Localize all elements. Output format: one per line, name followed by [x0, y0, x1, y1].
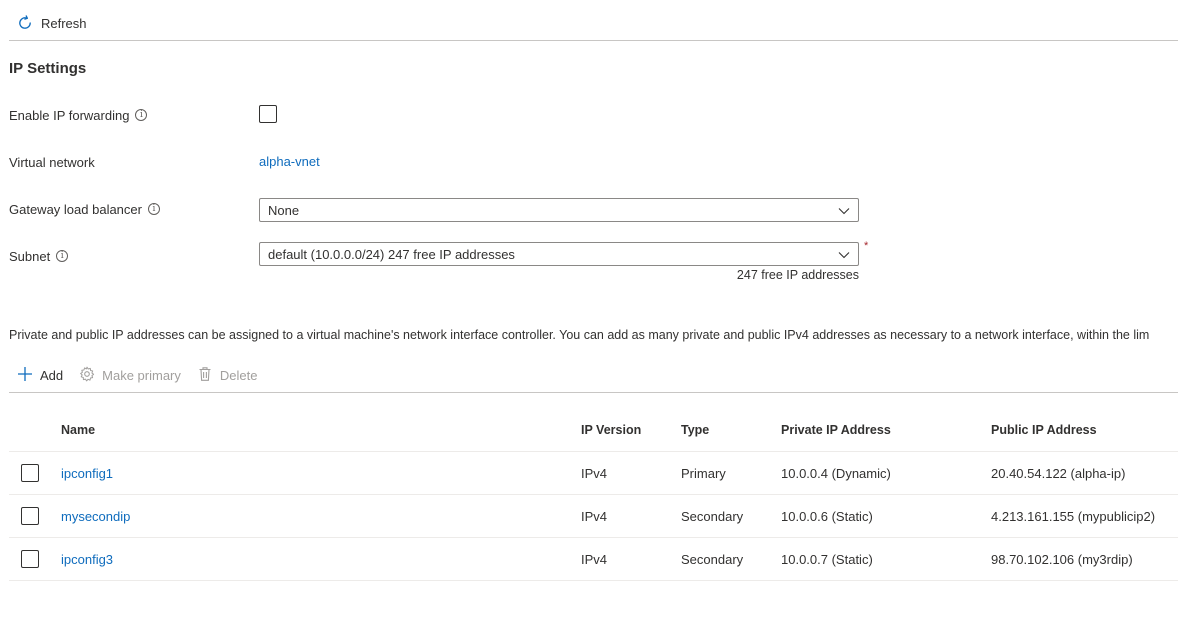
subnet-row: Subnet i: [9, 244, 69, 268]
toolbar-divider: [9, 40, 1178, 41]
gateway-lb-value: None: [268, 202, 300, 218]
ip-config-command-bar: Add Make primary Delete: [9, 363, 265, 387]
subnet-value: default (10.0.0.0/24) 247 free IP addres…: [268, 246, 515, 262]
row-private-ip: 10.0.0.6 (Static): [781, 508, 873, 524]
row-public-ip: 98.70.102.106 (my3rdip): [991, 551, 1133, 567]
table-row: ipconfig1 IPv4 Primary 10.0.0.4 (Dynamic…: [9, 452, 1178, 495]
make-primary-label: Make primary: [102, 367, 181, 383]
table-header: Name IP Version Type Private IP Address …: [9, 409, 1178, 452]
row-checkbox[interactable]: [21, 507, 39, 525]
column-header-public-ip[interactable]: Public IP Address: [991, 409, 1097, 451]
row-public-ip: 20.40.54.122 (alpha-ip): [991, 465, 1126, 481]
ip-config-table: Name IP Version Type Private IP Address …: [9, 409, 1178, 581]
row-ip-version: IPv4: [581, 551, 608, 567]
row-type: Secondary: [681, 551, 744, 567]
row-private-ip: 10.0.0.4 (Dynamic): [781, 465, 891, 481]
gateway-lb-label: Gateway load balancer: [9, 201, 142, 217]
chevron-down-icon: [838, 249, 850, 264]
refresh-button[interactable]: Refresh: [9, 15, 95, 31]
row-name-link[interactable]: ipconfig3: [61, 552, 113, 567]
gateway-lb-dropdown[interactable]: None: [259, 198, 859, 222]
row-ip-version: IPv4: [581, 465, 608, 481]
ip-forwarding-row: Enable IP forwarding i: [9, 103, 148, 127]
make-primary-button[interactable]: Make primary: [71, 366, 189, 385]
chevron-down-icon: [838, 205, 850, 220]
row-name-link[interactable]: mysecondip: [61, 509, 130, 524]
ip-forwarding-checkbox[interactable]: [259, 105, 277, 123]
trash-icon: [197, 366, 213, 385]
delete-label: Delete: [219, 367, 258, 383]
row-name-link[interactable]: ipconfig1: [61, 466, 113, 481]
gear-icon: [79, 366, 95, 385]
row-public-ip: 4.213.161.155 (mypublicip2): [991, 508, 1156, 524]
gateway-lb-row: Gateway load balancer i: [9, 197, 160, 221]
virtual-network-label: Virtual network: [9, 154, 95, 170]
table-row: mysecondip IPv4 Secondary 10.0.0.6 (Stat…: [9, 495, 1178, 538]
column-header-name[interactable]: Name: [61, 409, 95, 451]
add-label: Add: [40, 367, 64, 383]
required-indicator: *: [864, 240, 869, 252]
row-type: Primary: [681, 465, 726, 481]
info-icon[interactable]: i: [56, 250, 69, 262]
column-header-type[interactable]: Type: [681, 409, 709, 451]
subnet-help-text: 247 free IP addresses: [736, 268, 859, 282]
column-header-ip-version[interactable]: IP Version: [581, 409, 641, 451]
refresh-icon: [17, 15, 33, 31]
info-icon[interactable]: i: [135, 109, 148, 121]
top-toolbar: Refresh: [9, 8, 95, 38]
delete-button[interactable]: Delete: [189, 366, 266, 385]
row-private-ip: 10.0.0.7 (Static): [781, 551, 873, 567]
plus-icon: [17, 366, 33, 385]
info-icon[interactable]: i: [147, 203, 160, 215]
row-type: Secondary: [681, 508, 744, 524]
add-button[interactable]: Add: [9, 366, 71, 385]
row-checkbox[interactable]: [21, 464, 39, 482]
virtual-network-link[interactable]: alpha-vnet: [259, 154, 320, 169]
ip-configuration-page: Refresh IP Settings Enable IP forwarding…: [0, 0, 1178, 628]
table-row: ipconfig3 IPv4 Secondary 10.0.0.7 (Stati…: [9, 538, 1178, 581]
subnet-label: Subnet: [9, 248, 51, 264]
section-title: IP Settings: [9, 60, 87, 77]
row-ip-version: IPv4: [581, 508, 608, 524]
command-bar-divider: [9, 392, 1178, 393]
column-header-private-ip[interactable]: Private IP Address: [781, 409, 891, 451]
subnet-dropdown[interactable]: default (10.0.0.0/24) 247 free IP addres…: [259, 242, 859, 266]
virtual-network-row: Virtual network: [9, 150, 95, 174]
description-text: Private and public IP addresses can be a…: [9, 328, 1150, 342]
refresh-label: Refresh: [41, 15, 87, 31]
ip-forwarding-label: Enable IP forwarding: [9, 107, 130, 123]
row-checkbox[interactable]: [21, 550, 39, 568]
